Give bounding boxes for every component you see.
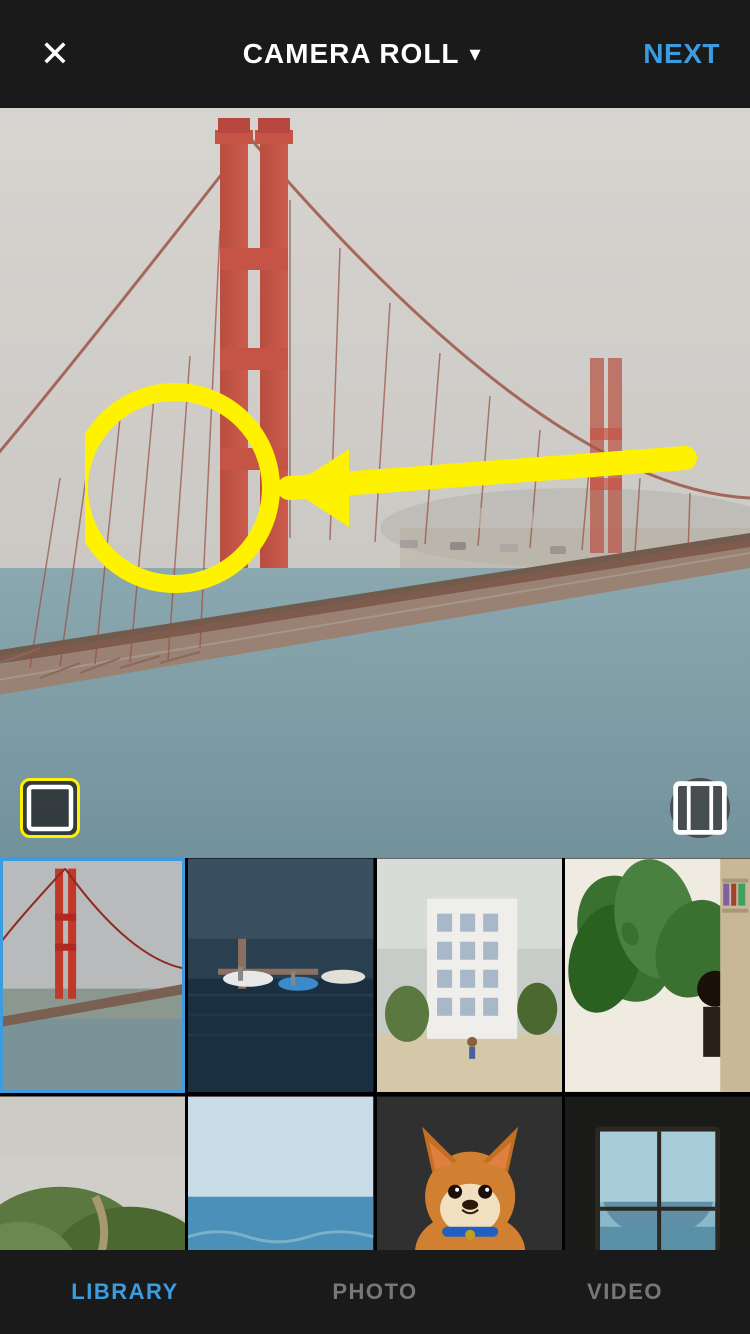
- format-button[interactable]: [670, 778, 730, 838]
- thumbnail-4[interactable]: [565, 858, 750, 1093]
- nav-library[interactable]: LIBRARY: [0, 1279, 250, 1305]
- nav-video-label: VIDEO: [587, 1279, 663, 1305]
- crop-button[interactable]: [20, 778, 80, 838]
- nav-photo[interactable]: PHOTO: [250, 1279, 500, 1305]
- title-area[interactable]: CAMERA ROLL ▾: [243, 38, 481, 70]
- nav-video[interactable]: VIDEO: [500, 1279, 750, 1305]
- nav-library-label: LIBRARY: [71, 1279, 178, 1305]
- thumbnail-2[interactable]: [188, 858, 373, 1093]
- preview-area: [0, 108, 750, 858]
- bottom-nav: LIBRARY PHOTO VIDEO: [0, 1250, 750, 1334]
- nav-photo-label: PHOTO: [332, 1279, 417, 1305]
- close-button[interactable]: ✕: [30, 29, 80, 79]
- chevron-down-icon: ▾: [470, 41, 481, 67]
- thumbnail-1[interactable]: [0, 858, 185, 1093]
- next-button[interactable]: NEXT: [643, 38, 720, 70]
- thumbnail-3[interactable]: [377, 858, 562, 1093]
- camera-roll-title: CAMERA ROLL: [243, 38, 460, 70]
- header: ✕ CAMERA ROLL ▾ NEXT: [0, 0, 750, 108]
